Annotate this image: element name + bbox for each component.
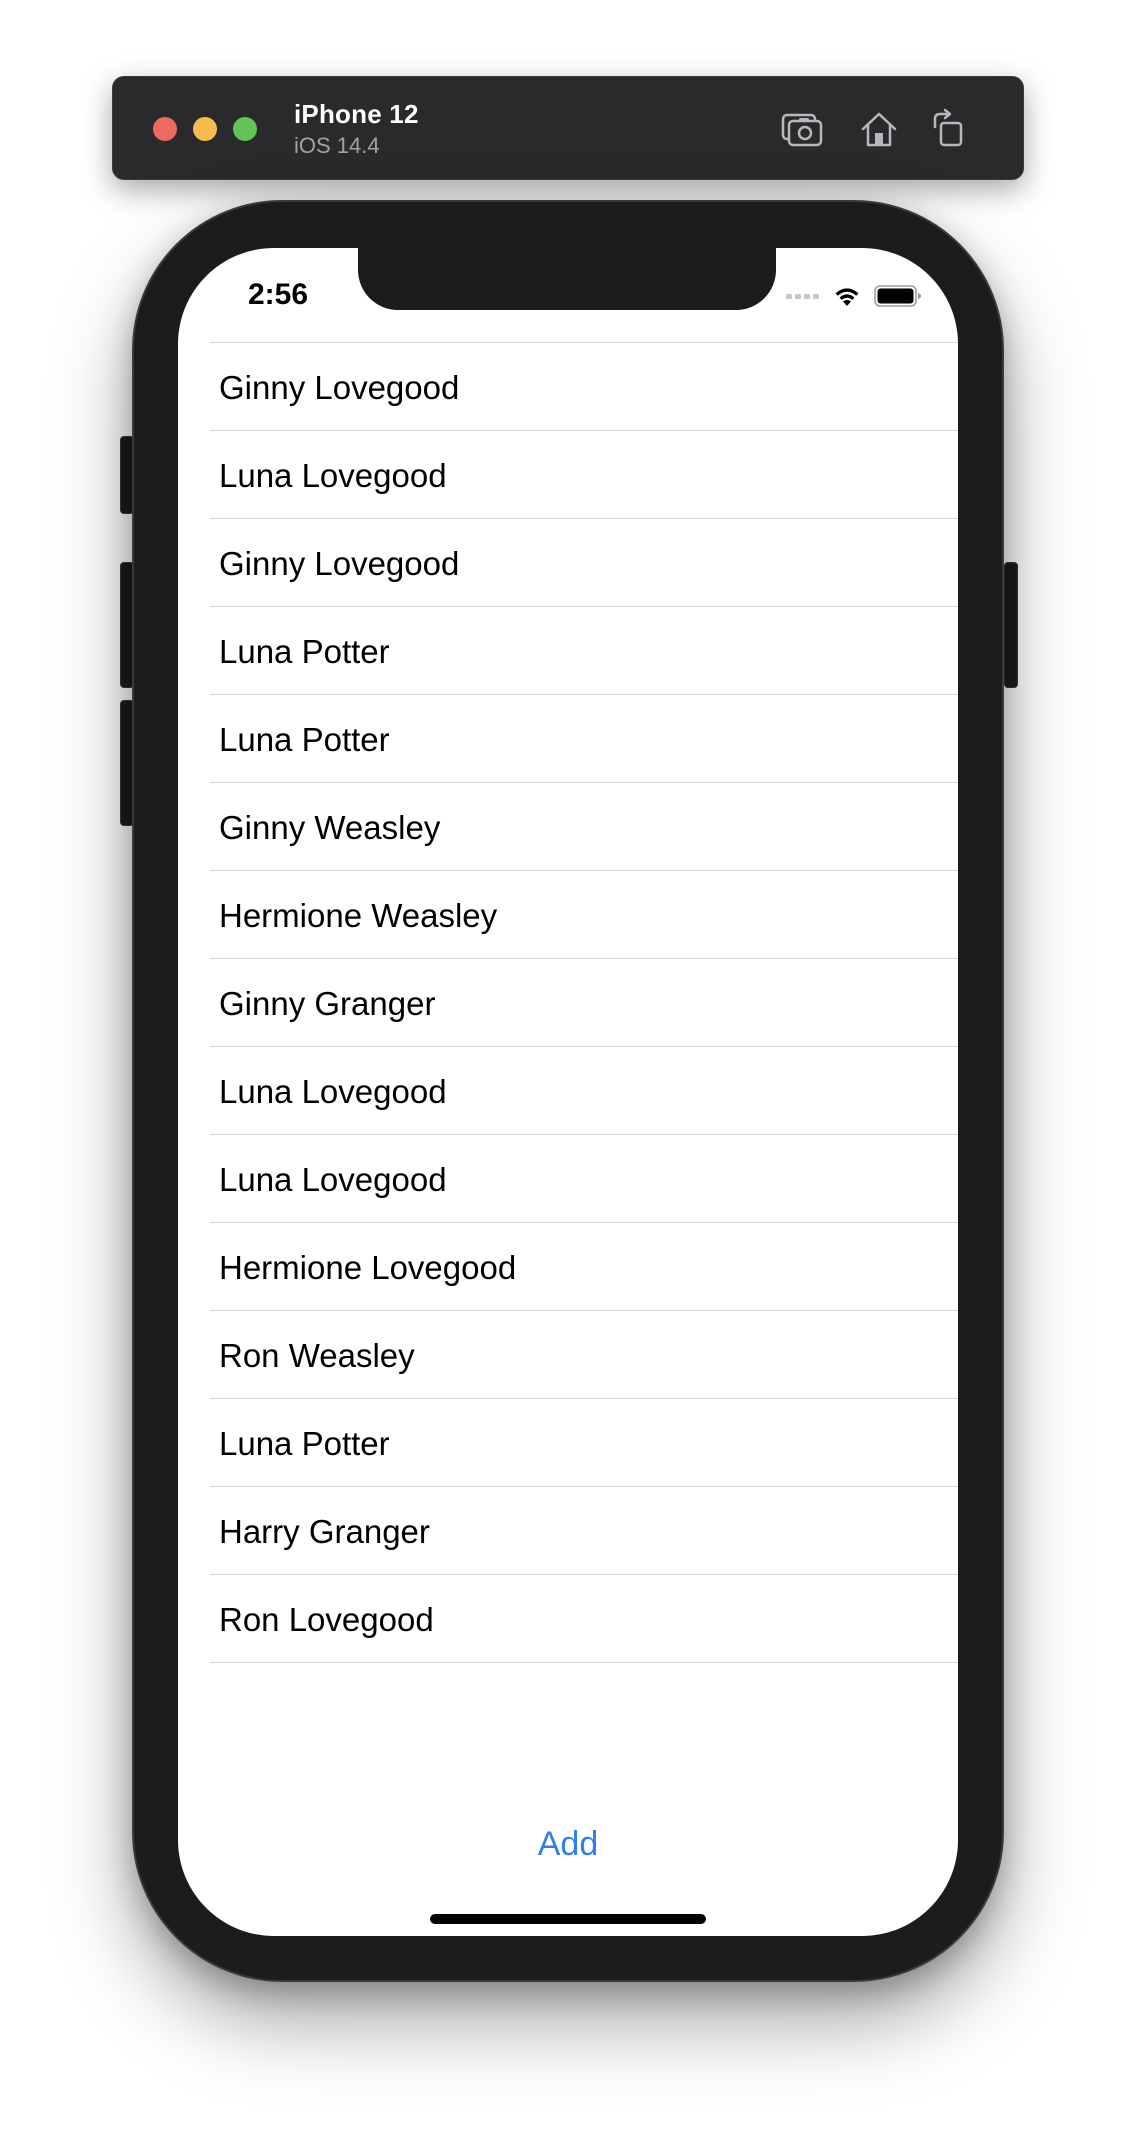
side-power-button — [1004, 562, 1018, 688]
list-item[interactable]: Ginny Weasley — [210, 783, 958, 871]
list-item[interactable]: Luna Potter — [210, 607, 958, 695]
list-item[interactable]: Luna Lovegood — [210, 431, 958, 519]
rotate-button[interactable] — [927, 105, 975, 153]
list-item[interactable]: Ginny Granger — [210, 959, 958, 1047]
list-item-label: Luna Lovegood — [219, 1161, 447, 1198]
list-item-label: Ron Weasley — [219, 1337, 415, 1374]
add-button[interactable]: Add — [178, 1824, 958, 1865]
list-item[interactable]: Hermione Lovegood — [210, 1223, 958, 1311]
list-item[interactable]: Ginny Lovegood — [210, 343, 958, 431]
list-item-label: Luna Potter — [219, 1425, 390, 1462]
list-item[interactable]: Luna Potter — [210, 695, 958, 783]
list-item-label: Ginny Lovegood — [219, 369, 460, 406]
list-item-label: Ginny Granger — [219, 985, 436, 1022]
screenshot-icon — [781, 113, 823, 147]
list-item-label: Harry Granger — [219, 1513, 430, 1550]
list-item-label: Luna Potter — [219, 633, 390, 670]
status-time: 2:56 — [248, 278, 309, 311]
list-item[interactable]: Harry Granger — [210, 1487, 958, 1575]
minimize-window-button[interactable] — [193, 117, 217, 141]
list-item[interactable]: Ron Weasley — [210, 1311, 958, 1399]
screenshot-button[interactable] — [777, 105, 825, 153]
list-item[interactable]: Ginny Lovegood — [210, 519, 958, 607]
list-item-label: Hermione Weasley — [219, 897, 498, 934]
stage: iPhone 12 iOS 14.4 2:56 Ginny Lovegood L… — [0, 0, 1136, 2132]
notch — [358, 248, 776, 310]
close-window-button[interactable] — [153, 117, 177, 141]
cellular-signal-icon — [786, 293, 822, 299]
list-item-label: Luna Lovegood — [219, 1073, 447, 1110]
home-icon — [861, 112, 897, 147]
rotate-icon — [933, 108, 963, 147]
simulator-device-name: iPhone 12 — [294, 99, 419, 129]
list-item-label: Hermione Lovegood — [219, 1249, 517, 1286]
status-icons — [786, 282, 922, 310]
list-item-label: Luna Lovegood — [219, 457, 447, 494]
list-item[interactable]: Luna Lovegood — [210, 1135, 958, 1223]
names-list: Ginny Lovegood Luna Lovegood Ginny Loveg… — [210, 342, 958, 1663]
battery-icon — [874, 284, 922, 308]
list-item-label: Ginny Weasley — [219, 809, 441, 846]
home-indicator[interactable] — [430, 1914, 706, 1924]
list-item-label: Ron Lovegood — [219, 1601, 434, 1638]
simulator-title-bar: iPhone 12 iOS 14.4 — [112, 76, 1024, 180]
simulator-os-version: iOS 14.4 — [294, 133, 380, 158]
list-item[interactable]: Luna Potter — [210, 1399, 958, 1487]
zoom-window-button[interactable] — [233, 117, 257, 141]
list-item-label: Ginny Lovegood — [219, 545, 460, 582]
list-item[interactable]: Luna Lovegood — [210, 1047, 958, 1135]
device-screen: 2:56 Ginny Lovegood Luna Lovegood Ginny … — [178, 248, 958, 1936]
list-item[interactable]: Ron Lovegood — [210, 1575, 958, 1663]
list-item[interactable]: Hermione Weasley — [210, 871, 958, 959]
wifi-icon — [832, 284, 862, 308]
home-button[interactable] — [855, 105, 903, 153]
list-item-label: Luna Potter — [219, 721, 390, 758]
